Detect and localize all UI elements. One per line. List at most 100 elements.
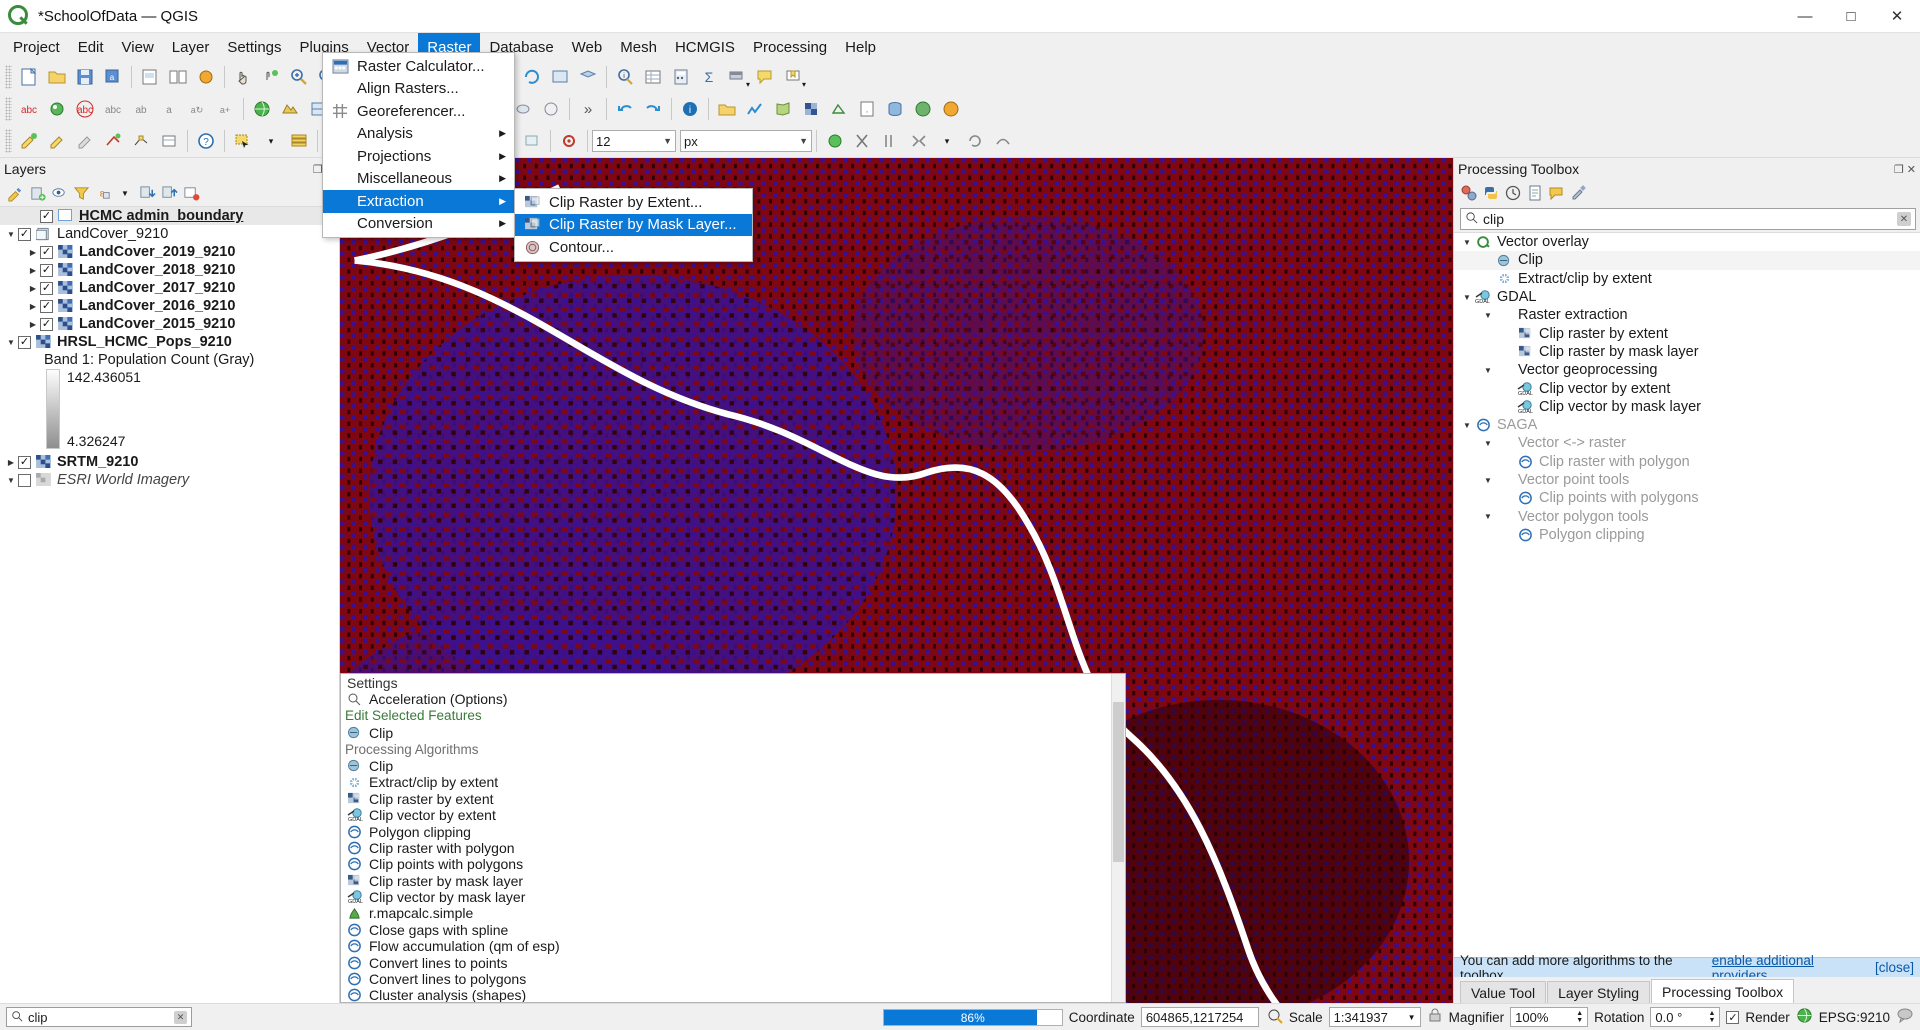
menu-help[interactable]: Help	[836, 33, 885, 61]
add-raster-layer-icon[interactable]	[797, 95, 825, 123]
clear-search-icon[interactable]: ✕	[1897, 212, 1911, 226]
layer-tree-item[interactable]: ▼ ✓ LandCover_9210	[0, 225, 339, 243]
results-scrollbar-thumb[interactable]	[1113, 702, 1124, 862]
more-toolbar-icon[interactable]: »	[574, 95, 602, 123]
menu-settings[interactable]: Settings	[218, 33, 290, 61]
extraction-menu-item-clip-raster-by-extent[interactable]: Clip Raster by Extent...	[515, 191, 752, 214]
chevron-down-icon[interactable]: ▼	[1408, 1013, 1416, 1022]
processing-result-item[interactable]: Extract/clip by extent	[341, 774, 1125, 790]
processing-result-item[interactable]: Clip raster with polygon	[341, 840, 1125, 856]
select-features-icon[interactable]	[229, 127, 257, 155]
close-button[interactable]: ✕	[1874, 0, 1920, 33]
rotate-feature-icon[interactable]	[961, 127, 989, 155]
toolbox-tree-item[interactable]: ▼ Vector point tools	[1454, 471, 1920, 489]
expander-icon[interactable]: ▶	[26, 248, 40, 257]
locator-search-input[interactable]: clip ✕	[6, 1007, 192, 1027]
processing-result-item[interactable]: r.mapcalc.simple	[341, 905, 1125, 921]
processing-result-item[interactable]: Clip	[341, 724, 1125, 741]
merge-features-icon[interactable]	[905, 127, 933, 155]
remove-layer-icon[interactable]	[181, 183, 201, 203]
toolbox-tree-item[interactable]: Clip points with polygons	[1454, 489, 1920, 507]
toolbox-tree-item[interactable]: ▼ Vector geoprocessing	[1454, 361, 1920, 379]
add-postgis-layer-icon[interactable]	[881, 95, 909, 123]
layer-tree-item[interactable]: ▶ ✓ LandCover_2016_9210	[0, 297, 339, 315]
offset-curve-icon[interactable]	[989, 127, 1017, 155]
render-checkbox[interactable]: ✓	[1726, 1010, 1740, 1024]
pan-map-icon[interactable]	[229, 63, 257, 91]
move-feature-icon[interactable]	[821, 127, 849, 155]
select-dropdown-icon[interactable]: ▾	[257, 127, 285, 155]
show-hide-labels-icon[interactable]: ab	[127, 95, 155, 123]
maximize-button[interactable]: □	[1828, 0, 1874, 33]
processing-results-popup[interactable]: Settings Acceleration (Options) Edit Sel…	[340, 673, 1126, 1003]
expander-icon[interactable]: ▶	[4, 458, 18, 467]
toolbar-grip[interactable]	[5, 129, 12, 153]
move-label-icon[interactable]: a	[155, 95, 183, 123]
expander-icon[interactable]: ▼	[4, 230, 18, 239]
scissors-icon[interactable]	[849, 127, 877, 155]
layer-tree-item[interactable]: ▶ ✓ LandCover_2017_9210	[0, 279, 339, 297]
menu-processing[interactable]: Processing	[744, 33, 836, 61]
expander-icon[interactable]: ▼	[1460, 293, 1474, 302]
add-group-icon[interactable]	[27, 183, 47, 203]
undo-icon[interactable]	[611, 95, 639, 123]
add-xyz-layer-icon[interactable]	[937, 95, 965, 123]
processing-result-item[interactable]: Cluster analysis (shapes)	[341, 987, 1125, 1002]
add-vector-layer-icon[interactable]	[769, 95, 797, 123]
map-canvas[interactable]: Settings Acceleration (Options) Edit Sel…	[340, 158, 1453, 1003]
models-icon[interactable]	[1459, 183, 1479, 203]
layer-visibility-checkbox[interactable]: ✓	[40, 245, 53, 259]
layer-visibility-checkbox[interactable]: ✓	[40, 299, 53, 313]
extraction-menu-item-clip-raster-by-mask-layer[interactable]: Clip Raster by Mask Layer...	[515, 213, 752, 236]
field-calculator-icon[interactable]	[667, 63, 695, 91]
menu-edit[interactable]: Edit	[69, 33, 113, 61]
menu-view[interactable]: View	[113, 33, 163, 61]
close-notification-link[interactable]: [close]	[1875, 960, 1914, 975]
select-by-expression-icon[interactable]	[537, 95, 565, 123]
chevron-down-icon[interactable]: ▼	[793, 136, 808, 146]
split-features-icon[interactable]	[877, 127, 905, 155]
expander-icon[interactable]: ▼	[1481, 439, 1495, 448]
tab-layer-styling[interactable]: Layer Styling	[1547, 981, 1651, 1003]
layer-tree-item[interactable]: ▼ ESRI World Imagery	[0, 471, 339, 489]
raster-menu-item-analysis[interactable]: Analysis ▶	[323, 123, 514, 146]
history-icon[interactable]	[1503, 183, 1523, 203]
reshape-features-icon[interactable]	[518, 127, 546, 155]
units-combo[interactable]: px ▼	[680, 130, 812, 152]
filter-legend-icon[interactable]	[71, 183, 91, 203]
processing-result-item[interactable]: Clip points with polygons	[341, 856, 1125, 872]
toolbox-tree-item[interactable]: Clip	[1454, 251, 1920, 270]
layer-tree-item[interactable]: ▼ ✓ HRSL_HCMC_Pops_9210	[0, 333, 339, 351]
zoom-in-icon[interactable]	[285, 63, 313, 91]
menu-hcmgis[interactable]: HCMGIS	[666, 33, 744, 61]
toggle-extents-icon[interactable]	[1265, 1006, 1283, 1028]
menu-layer[interactable]: Layer	[163, 33, 219, 61]
toolbox-tree-item[interactable]: ▼ GDAL GDAL	[1454, 288, 1920, 306]
expander-icon[interactable]: ▼	[4, 476, 18, 485]
toggle-editing-icon[interactable]	[43, 127, 71, 155]
processing-result-item[interactable]: Convert lines to points	[341, 954, 1125, 971]
lock-scale-icon[interactable]	[1427, 1006, 1443, 1028]
add-mesh-layer-icon[interactable]	[825, 95, 853, 123]
new-print-layout-icon[interactable]	[136, 63, 164, 91]
menu-mesh[interactable]: Mesh	[611, 33, 666, 61]
rotate-label-icon[interactable]: a↻	[183, 95, 211, 123]
coordinate-value[interactable]: 604865,1217254	[1140, 1007, 1259, 1027]
layer-tree-item[interactable]: ▶ ✓ LandCover_2018_9210	[0, 261, 339, 279]
magnifier-value[interactable]: 100% ▲ ▼	[1510, 1007, 1589, 1027]
add-feature-icon[interactable]	[99, 127, 127, 155]
refresh-icon[interactable]	[518, 63, 546, 91]
toolbox-tree-item[interactable]: ▼ SAGA	[1454, 416, 1920, 434]
label-toolbar-abc-icon[interactable]: abc	[15, 95, 43, 123]
expander-icon[interactable]: ▶	[26, 284, 40, 293]
layer-tree-item[interactable]: ▶ ✓ LandCover_2015_9210	[0, 315, 339, 333]
results-scrollbar[interactable]	[1111, 674, 1125, 1002]
toolbox-tree-item[interactable]: Clip raster by extent	[1454, 324, 1920, 342]
extraction-menu-item-contour[interactable]: Contour...	[515, 236, 752, 259]
edit-features-in-place-icon[interactable]	[1547, 183, 1567, 203]
minimize-button[interactable]: —	[1782, 0, 1828, 33]
extraction-submenu-dropdown[interactable]: Clip Raster by Extent... Clip Raster by M…	[514, 188, 753, 262]
python-script-icon[interactable]	[1481, 183, 1501, 203]
tab-processing-toolbox[interactable]: Processing Toolbox	[1651, 979, 1795, 1003]
results-settings-item[interactable]: Acceleration (Options)	[341, 691, 1125, 707]
